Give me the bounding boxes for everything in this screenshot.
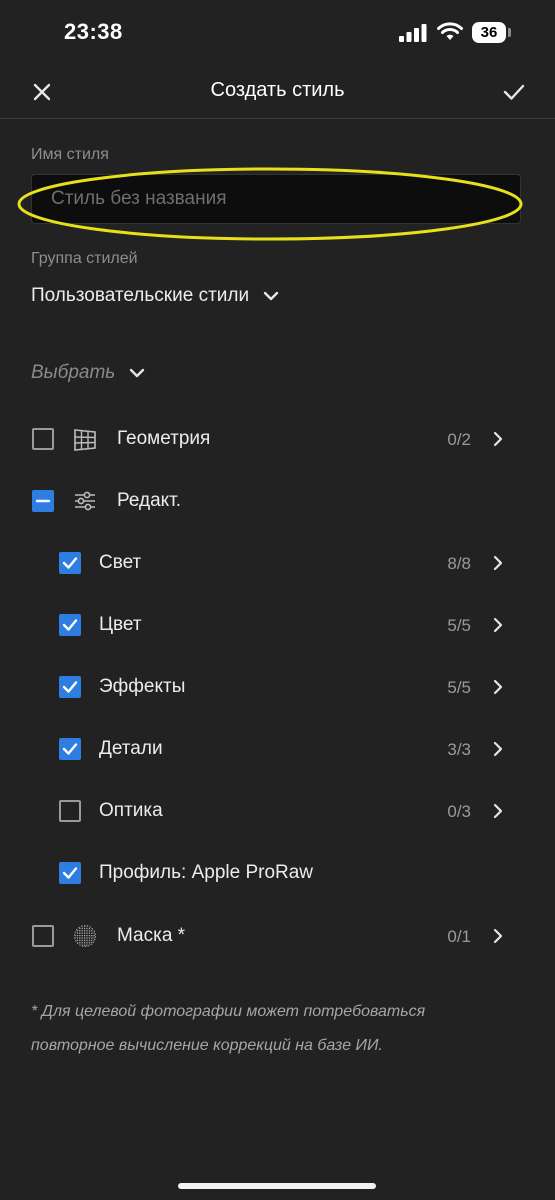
sliders-icon [75, 491, 95, 511]
chevron-right-icon[interactable] [493, 555, 503, 571]
chevron-right-icon[interactable] [493, 741, 503, 757]
list-item-optics[interactable]: Оптика 0/3 [0, 791, 555, 831]
list-item-label: Оптика [99, 800, 163, 821]
status-time: 23:38 [64, 19, 123, 44]
footnote: * Для целевой фотографии может потребова… [31, 1003, 426, 1054]
list-item-count: 5/5 [447, 616, 471, 635]
list-item-label: Геометрия [117, 428, 211, 449]
chevron-right-icon[interactable] [493, 679, 503, 695]
battery-icon: 36 [472, 22, 506, 43]
list-item-profile[interactable]: Профиль: Apple ProRaw [0, 853, 555, 893]
list-item-details[interactable]: Детали 3/3 [0, 729, 555, 769]
chevron-right-icon[interactable] [493, 803, 503, 819]
checkbox-edit[interactable] [32, 490, 54, 512]
style-group-dropdown[interactable]: Пользовательские стили [31, 282, 279, 310]
list-item-label: Профиль: Apple ProRaw [99, 862, 314, 883]
list-item-light[interactable]: Свет 8/8 [0, 543, 555, 583]
list-item-edit[interactable]: Редакт. [0, 481, 555, 521]
checkbox-profile[interactable] [59, 862, 81, 884]
list-item-mask[interactable]: Маска * 0/1 [0, 916, 555, 956]
checkbox-color[interactable] [59, 614, 81, 636]
check-icon [62, 867, 78, 879]
geometry-grid-icon [74, 429, 96, 451]
chevron-right-icon[interactable] [493, 431, 503, 447]
style-name-input[interactable] [31, 174, 521, 224]
checkbox-effects[interactable] [59, 676, 81, 698]
status-bar: 23:38 36 [0, 0, 555, 66]
checkbox-mask[interactable] [32, 925, 54, 947]
checkbox-optics[interactable] [59, 800, 81, 822]
list-item-label: Цвет [99, 614, 142, 635]
list-item-geometry[interactable]: Геометрия 0/2 [0, 419, 555, 459]
style-name-label: Имя стиля [31, 146, 109, 163]
checkmark-icon[interactable] [499, 78, 529, 106]
list-item-color[interactable]: Цвет 5/5 [0, 605, 555, 645]
mask-circle-icon [74, 925, 96, 947]
dash-icon [35, 499, 51, 503]
checkbox-geometry[interactable] [32, 428, 54, 450]
list-item-label: Свет [99, 552, 142, 573]
select-label: Выбрать [31, 362, 116, 383]
page-title: Создать стиль [210, 79, 345, 101]
list-item-label: Редакт. [117, 490, 182, 511]
checkbox-details[interactable] [59, 738, 81, 760]
chevron-right-icon[interactable] [493, 928, 503, 944]
list-item-label: Эффекты [99, 676, 186, 697]
check-icon [62, 619, 78, 631]
list-item-count: 8/8 [447, 554, 471, 573]
chevron-down-icon [263, 291, 279, 301]
list-item-count: 3/3 [447, 740, 471, 759]
list-item-label: Детали [99, 738, 163, 759]
battery-level: 36 [480, 24, 498, 41]
top-bar: Создать стиль [0, 66, 555, 119]
chevron-down-icon [130, 368, 145, 378]
style-group-label: Группа стилей [31, 250, 138, 267]
list-item-count: 0/3 [447, 802, 471, 821]
chevron-right-icon[interactable] [493, 617, 503, 633]
check-icon [62, 743, 78, 755]
cellular-signal-icon [399, 24, 427, 42]
checkbox-light[interactable] [59, 552, 81, 574]
list-item-count: 0/1 [447, 927, 471, 946]
select-dropdown[interactable]: Выбрать [31, 360, 145, 386]
check-icon [62, 681, 78, 693]
list-item-count: 5/5 [447, 678, 471, 697]
check-icon [62, 557, 78, 569]
battery-tip [508, 28, 511, 37]
list-item-effects[interactable]: Эффекты 5/5 [0, 667, 555, 707]
home-indicator[interactable] [178, 1183, 376, 1189]
list-item-count: 0/2 [447, 430, 471, 449]
wifi-icon [437, 22, 463, 40]
list-item-label: Маска * [117, 925, 186, 946]
style-group-value: Пользовательские стили [31, 285, 250, 306]
